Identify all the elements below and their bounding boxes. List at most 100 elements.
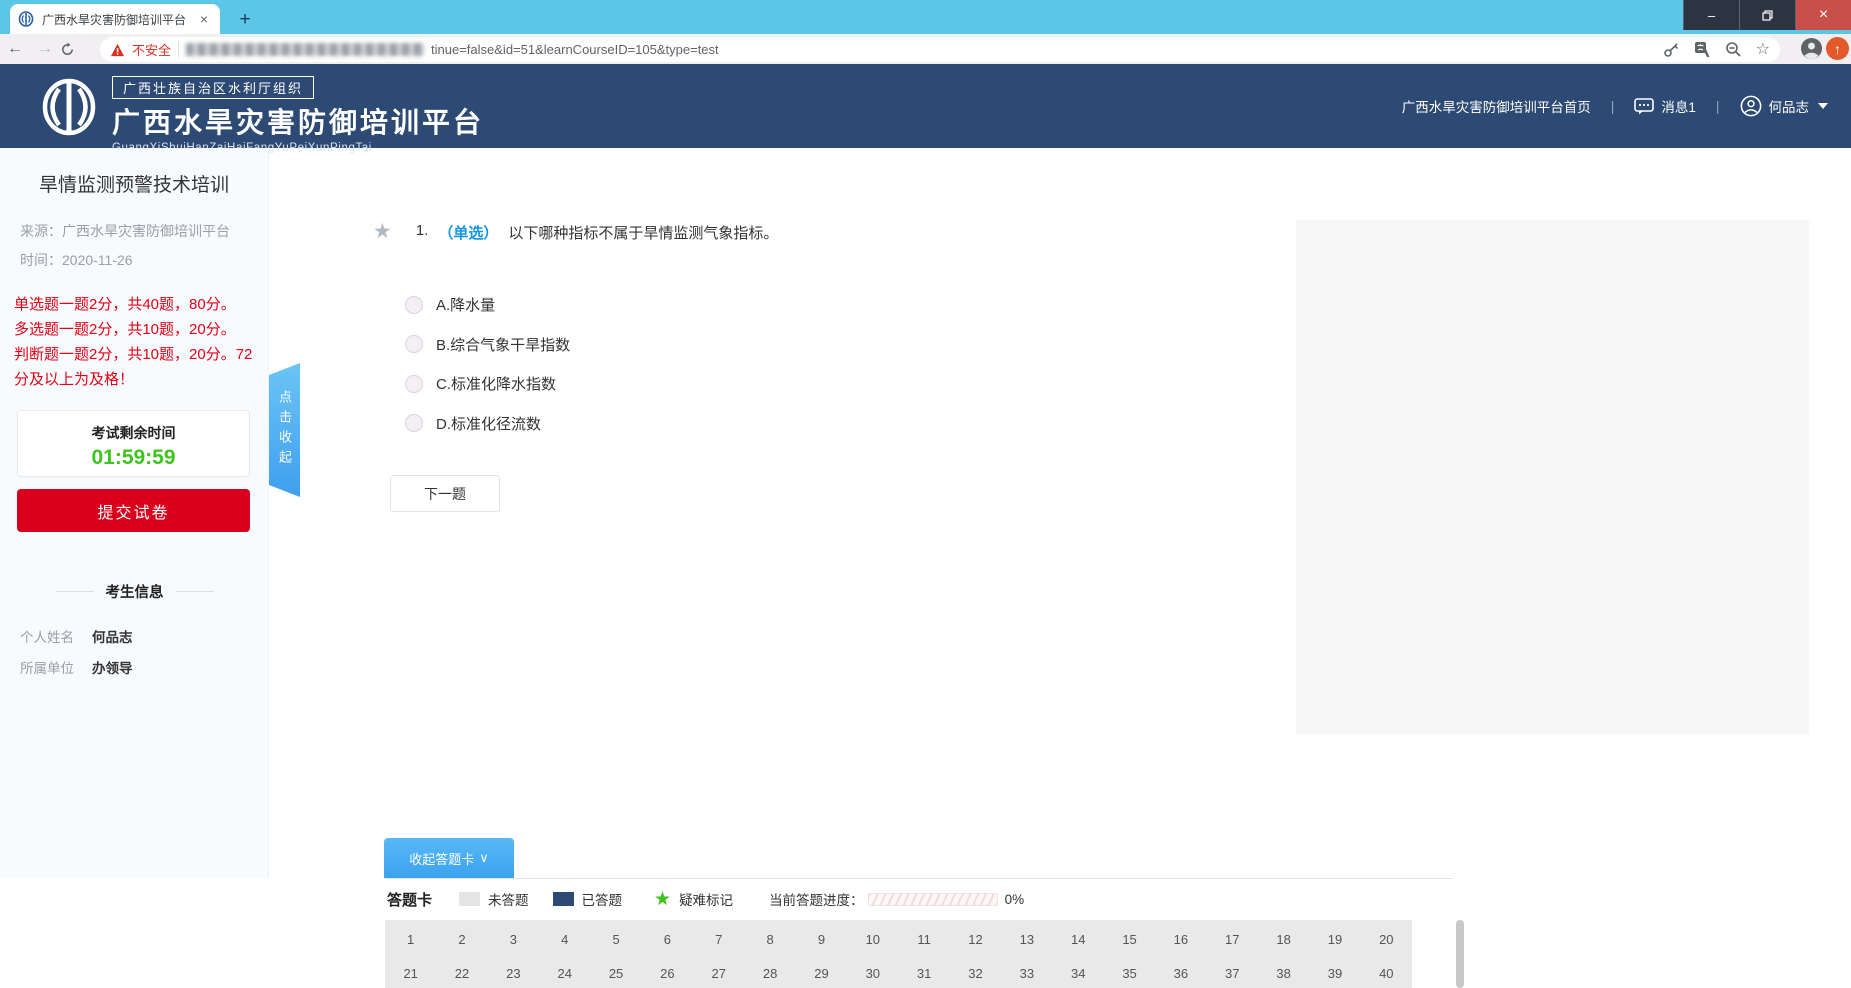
question-number-cell[interactable]: 35 (1104, 966, 1155, 981)
question-number-cell[interactable]: 25 (590, 966, 641, 981)
question-number-cell[interactable]: 14 (1053, 932, 1104, 947)
window-minimize-button[interactable]: – (1683, 0, 1739, 30)
bookmark-star-icon[interactable]: ☆ (1756, 42, 1770, 58)
collapse-answer-card-button[interactable]: 收起答题卡 ∨ (384, 838, 514, 878)
question-number-cell[interactable]: 2 (436, 932, 487, 947)
restore-icon (1762, 10, 1773, 21)
nav-home-link[interactable]: 广西水旱灾害防御培训平台首页 (1402, 96, 1591, 116)
question-number-cell[interactable]: 39 (1309, 966, 1360, 981)
question-number-cell[interactable]: 1 (385, 932, 436, 947)
answer-option[interactable]: C.标准化降水指数 (405, 367, 570, 400)
question-number-cell[interactable]: 21 (385, 966, 436, 981)
forward-button[interactable]: → (30, 40, 60, 58)
not-secure-label: 不安全 (132, 40, 171, 59)
question-number-cell[interactable]: 5 (590, 932, 641, 947)
flag-question-star-icon[interactable]: ★ (373, 221, 392, 242)
brand-block: 广西壮族自治区水利厅组织 广西水旱灾害防御培训平台 GuangXiShuiHan… (112, 76, 484, 154)
question-number: 1. (416, 222, 429, 239)
browser-tab[interactable]: 广西水旱灾害防御培训平台 × (10, 4, 220, 34)
question-type-label: （单选） (438, 222, 498, 243)
reload-icon (60, 42, 75, 57)
answer-card-panel: 答题卡 未答题 已答题 ★ 疑难标记 当前答题进度： 0% 1 2 3 4 5 … (0, 878, 1851, 988)
question-number-cell[interactable]: 36 (1155, 966, 1206, 981)
answer-card-title: 答题卡 (387, 889, 432, 910)
reload-button[interactable] (60, 42, 90, 57)
address-bar[interactable]: 不安全 tinue=false&id=51&learnCourseID=105&… (100, 37, 1780, 62)
question-number-cell[interactable]: 31 (898, 966, 949, 981)
question-number-cell[interactable]: 33 (1001, 966, 1052, 981)
question-number-cell[interactable]: 29 (796, 966, 847, 981)
password-key-icon[interactable] (1663, 41, 1680, 58)
browser-profile-avatar[interactable] (1800, 37, 1823, 60)
question-number-cell[interactable]: 20 (1361, 932, 1412, 947)
question-number-cell[interactable]: 11 (898, 932, 949, 947)
messages-link[interactable]: 消息1 (1634, 96, 1696, 116)
question-number-cell[interactable]: 15 (1104, 932, 1155, 947)
question-number-cell[interactable]: 23 (488, 966, 539, 981)
question-number-cell[interactable]: 27 (693, 966, 744, 981)
collapse-sidebar-ribbon[interactable]: 点击收起 (269, 363, 300, 497)
question-number-cell[interactable]: 13 (1001, 932, 1052, 947)
radio-button[interactable] (405, 296, 423, 314)
zoom-out-icon[interactable] (1725, 41, 1742, 58)
option-label: D.标准化径流数 (436, 413, 541, 434)
next-question-button[interactable]: 下一题 (390, 475, 500, 512)
progress-value: 0% (1005, 892, 1025, 907)
question-number-cell[interactable]: 38 (1258, 966, 1309, 981)
window-restore-button[interactable] (1739, 0, 1795, 30)
radio-button[interactable] (405, 335, 423, 353)
platform-title: 广西水旱灾害防御培训平台 (112, 101, 484, 141)
timer-label: 考试剩余时间 (18, 423, 249, 443)
question-number-cell[interactable]: 3 (488, 932, 539, 947)
question-number-cell[interactable]: 40 (1361, 966, 1412, 981)
examinee-unit-row: 所属单位 办领导 (20, 657, 250, 677)
question-number-cell[interactable]: 4 (539, 932, 590, 947)
question-number-cell[interactable]: 9 (796, 932, 847, 947)
browser-update-button[interactable]: ↑ (1826, 37, 1849, 60)
radio-button[interactable] (405, 375, 423, 393)
window-close-button[interactable]: × (1795, 0, 1851, 30)
question-number-cell[interactable]: 22 (436, 966, 487, 981)
favicon-icon (18, 11, 34, 27)
options-list: A.降水量 B.综合气象干旱指数 C.标准化降水指数 D.标准化径流数 (405, 288, 570, 446)
answer-option[interactable]: D.标准化径流数 (405, 407, 570, 440)
question-number-cell[interactable]: 32 (950, 966, 1001, 981)
question-number-cell[interactable]: 18 (1258, 932, 1309, 947)
question-number-cell[interactable]: 28 (744, 966, 795, 981)
url-text: tinue=false&id=51&learnCourseID=105&type… (431, 42, 1656, 57)
tab-close-icon[interactable]: × (196, 11, 212, 27)
question-number-cell[interactable]: 30 (847, 966, 898, 981)
question-number-cell[interactable]: 6 (642, 932, 693, 947)
redacted-url-segment (186, 43, 424, 56)
question-number-cell[interactable]: 24 (539, 966, 590, 981)
toggle-label: 收起答题卡 (409, 849, 474, 868)
radio-button[interactable] (405, 414, 423, 432)
messages-label: 消息1 (1661, 96, 1696, 116)
answered-swatch (553, 892, 574, 906)
question-number-cell[interactable]: 19 (1309, 932, 1360, 947)
answer-option[interactable]: A.降水量 (405, 288, 570, 321)
question-number-cell[interactable]: 7 (693, 932, 744, 947)
message-icon (1634, 98, 1654, 115)
translate-icon[interactable] (1694, 41, 1711, 58)
course-date: 时间：2020-11-26 (20, 250, 268, 270)
examinee-name-row: 个人姓名 何品志 (20, 626, 250, 646)
submit-exam-button[interactable]: 提交试卷 (17, 489, 250, 532)
question-number-cell[interactable]: 26 (642, 966, 693, 981)
question-number-cell[interactable]: 34 (1053, 966, 1104, 981)
question-number-cell[interactable]: 8 (744, 932, 795, 947)
scrollbar-thumb[interactable] (1456, 920, 1464, 988)
user-menu[interactable]: 何品志 (1740, 95, 1829, 117)
question-number-cell[interactable]: 17 (1207, 932, 1258, 947)
answer-option[interactable]: B.综合气象干旱指数 (405, 328, 570, 361)
back-button[interactable]: ← (0, 40, 30, 58)
chevron-down-icon: ∨ (479, 850, 489, 866)
question-number-cell[interactable]: 37 (1207, 966, 1258, 981)
question-number-cell[interactable]: 16 (1155, 932, 1206, 947)
option-label: A.降水量 (436, 294, 495, 315)
exam-sidebar: 旱情监测预警技术培训 来源：广西水旱灾害防御培训平台 时间：2020-11-26… (0, 148, 269, 878)
name-value: 何品志 (92, 626, 133, 646)
question-number-cell[interactable]: 12 (950, 932, 1001, 947)
new-tab-button[interactable]: + (232, 7, 258, 33)
question-number-cell[interactable]: 10 (847, 932, 898, 947)
